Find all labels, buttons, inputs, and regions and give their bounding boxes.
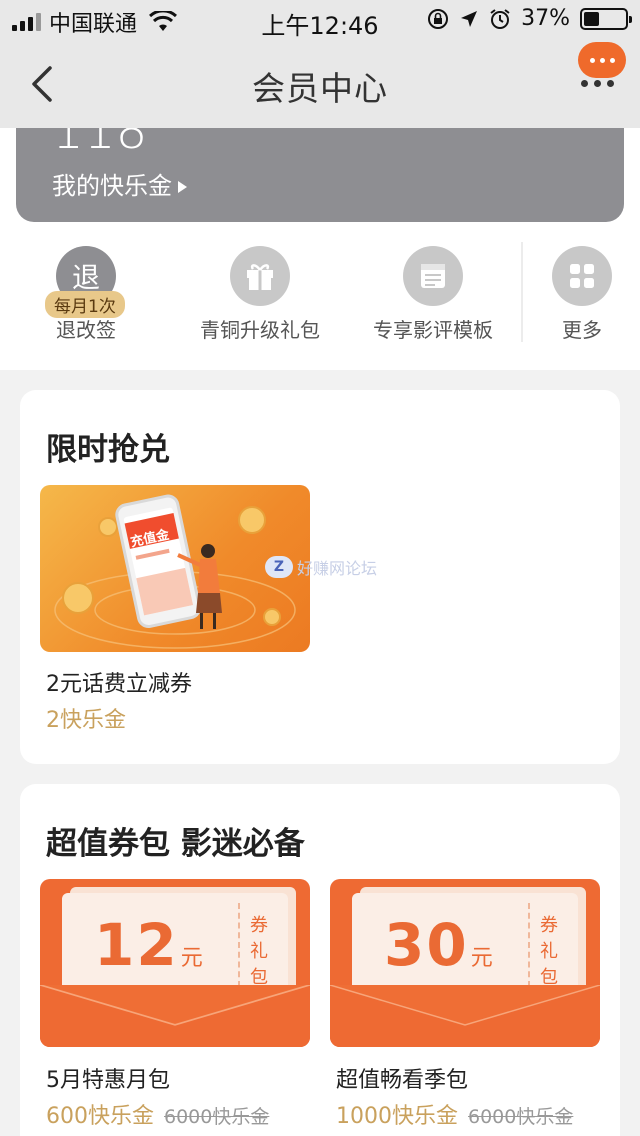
privilege-label: 专享影评模板 [373, 318, 493, 342]
item-name: 5月特惠月包 [46, 1068, 170, 1093]
battery-percent: 37% [521, 6, 570, 31]
section-title: 超值券包 影迷必备 [46, 826, 305, 862]
more-options-icon[interactable] [581, 80, 614, 87]
balance-card[interactable]: 118 我的快乐金 [16, 128, 624, 222]
coupon-side-text: 券礼包 [250, 915, 268, 988]
status-right: 37% [427, 6, 632, 31]
watermark-logo-icon: Z [265, 556, 293, 578]
privilege-more[interactable]: 更多 [502, 246, 640, 343]
status-bar: 中国联通 上午12:46 37% [0, 0, 640, 40]
privilege-gift[interactable]: 青铜升级礼包 [180, 246, 340, 343]
alarm-icon [490, 8, 510, 29]
monthly-limit-badge: 每月1次 [45, 291, 125, 318]
original-price: 6000快乐金 [164, 1106, 270, 1128]
privilege-label: 退改签 [56, 318, 116, 342]
envelope-pocket [40, 985, 310, 1047]
privilege-label: 更多 [562, 318, 602, 342]
balance-label: 我的快乐金 [52, 172, 172, 200]
battery-icon [580, 7, 632, 30]
coupon-pack-card[interactable]: 30元 券礼包 [330, 879, 600, 1047]
review-template-icon [403, 246, 463, 306]
location-icon [461, 10, 478, 27]
privilege-label: 青铜升级礼包 [200, 318, 320, 342]
arrow-right-icon [178, 181, 187, 193]
item-name: 2元话费立减券 [46, 672, 192, 697]
coupon-ticket: 30元 券礼包 [352, 893, 578, 997]
coupon-side-text: 券礼包 [540, 915, 558, 988]
original-price: 6000快乐金 [468, 1106, 574, 1128]
flash-sale-section: 限时抢兑 充值金 Z 好赚网论坛 2元话费立减券 2快乐金 [20, 390, 620, 764]
section-title: 限时抢兑 [46, 432, 170, 468]
nav-bar: 会员中心 [0, 40, 640, 128]
floating-menu-button[interactable] [578, 42, 626, 78]
coupon-amount: 30元 [384, 911, 495, 979]
coupon-pack-section: 超值券包 影迷必备 12元 券礼包 5月特惠月包 600快乐金 6000快乐金 3… [20, 784, 620, 1136]
item-name: 超值畅看季包 [336, 1068, 469, 1093]
coupon-amount: 12元 [94, 911, 205, 979]
item-price: 600快乐金 6000快乐金 [46, 1104, 270, 1129]
watermark: Z 好赚网论坛 [265, 555, 377, 579]
coupon-pack-card[interactable]: 12元 券礼包 [40, 879, 310, 1047]
balance-amount: 118 [52, 128, 148, 160]
envelope-pocket [330, 985, 600, 1047]
privileges-row: 退 退改签 每月1次 青铜升级礼包 专享影评模板 更多 [0, 230, 640, 370]
balance-link[interactable]: 我的快乐金 [52, 166, 187, 201]
privilege-review-template[interactable]: 专享影评模板 [353, 246, 513, 343]
page-title: 会员中心 [252, 69, 388, 108]
gift-icon [230, 246, 290, 306]
grid-more-icon [552, 246, 612, 306]
item-price: 2快乐金 [46, 708, 126, 733]
orientation-lock-icon [428, 8, 449, 29]
coupon-ticket: 12元 券礼包 [62, 893, 288, 997]
item-price: 1000快乐金 6000快乐金 [336, 1104, 574, 1129]
